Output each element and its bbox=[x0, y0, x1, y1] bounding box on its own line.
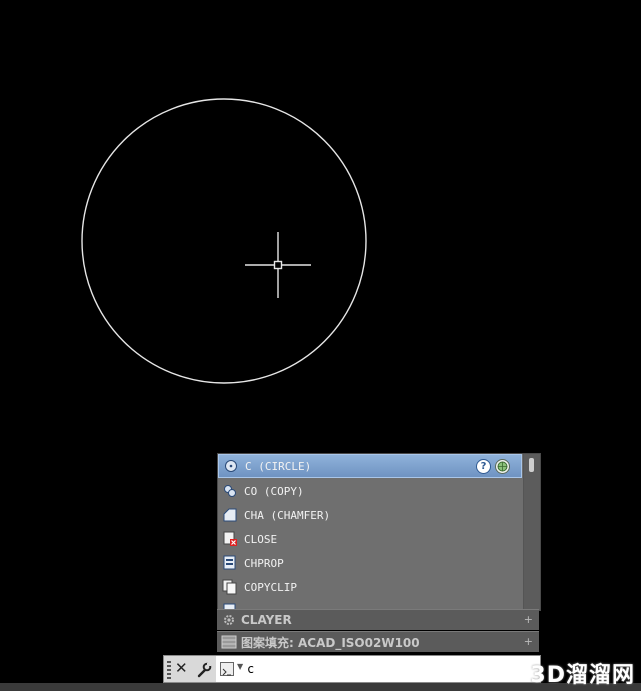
suggestion-copy[interactable]: CO (COPY) bbox=[218, 479, 522, 503]
command-prompt-icon[interactable] bbox=[220, 662, 234, 676]
command-input-area[interactable]: ▼ bbox=[216, 656, 540, 682]
expand-icon[interactable]: + bbox=[524, 635, 533, 648]
hatch-icon bbox=[221, 635, 237, 649]
suggestion-label: CHPROP bbox=[244, 556, 284, 570]
customize-wrench-icon[interactable] bbox=[196, 662, 212, 678]
circle-command-icon bbox=[223, 458, 239, 474]
suggestion-chprop[interactable]: CHPROP bbox=[218, 551, 522, 575]
suggestion-chamfer[interactable]: CHA (CHAMFER) bbox=[218, 503, 522, 527]
drag-grip-handle[interactable] bbox=[167, 661, 171, 679]
suggestion-label: C (CIRCLE) bbox=[245, 459, 312, 473]
history-label: CLAYER bbox=[241, 613, 292, 627]
help-icon[interactable]: ? bbox=[476, 459, 491, 474]
copyclip-command-icon bbox=[222, 579, 238, 595]
suggestion-label: CHA (CHAMFER) bbox=[244, 508, 331, 522]
scrollbar-thumb[interactable] bbox=[529, 458, 534, 472]
sysvar-gear-icon bbox=[221, 613, 237, 627]
globe-search-icon[interactable] bbox=[495, 459, 510, 474]
suggestion-copyclip[interactable]: COPYCLIP bbox=[218, 575, 522, 599]
chprop-command-icon bbox=[222, 555, 238, 571]
history-label: 图案填充: ACAD_ISO02W100 bbox=[241, 635, 420, 650]
suggestion-label: COPYCLIP bbox=[244, 580, 297, 594]
expand-icon[interactable]: + bbox=[524, 613, 533, 626]
history-row-clayer[interactable]: CLAYER + bbox=[217, 609, 539, 630]
recent-commands-dropdown-icon[interactable]: ▼ bbox=[237, 662, 243, 671]
suggestion-label: CLOSE bbox=[244, 532, 278, 546]
crosshair-cursor bbox=[245, 232, 311, 298]
drawn-circle[interactable] bbox=[81, 98, 367, 384]
suggestion-label: CO (COPY) bbox=[244, 484, 304, 498]
copy-command-icon bbox=[222, 483, 238, 499]
close-icon[interactable]: ✕ bbox=[175, 659, 188, 677]
watermark-logo: 3D溜溜网 bbox=[530, 663, 635, 688]
suggestion-close[interactable]: CLOSE bbox=[218, 527, 522, 551]
command-line: ✕ ▼ bbox=[163, 655, 541, 683]
close-drawing-icon bbox=[222, 531, 238, 547]
autocomplete-scrollbar[interactable] bbox=[523, 454, 540, 610]
history-row-hatch[interactable]: 图案填充: ACAD_ISO02W100 + bbox=[217, 631, 539, 652]
chamfer-command-icon bbox=[222, 507, 238, 523]
suggestion-circle[interactable]: C (CIRCLE) ? bbox=[218, 454, 522, 478]
command-input[interactable] bbox=[247, 660, 527, 678]
autocomplete-list: C (CIRCLE) ? CO (COPY) CHA (CHAMFER) CLO… bbox=[217, 453, 541, 611]
